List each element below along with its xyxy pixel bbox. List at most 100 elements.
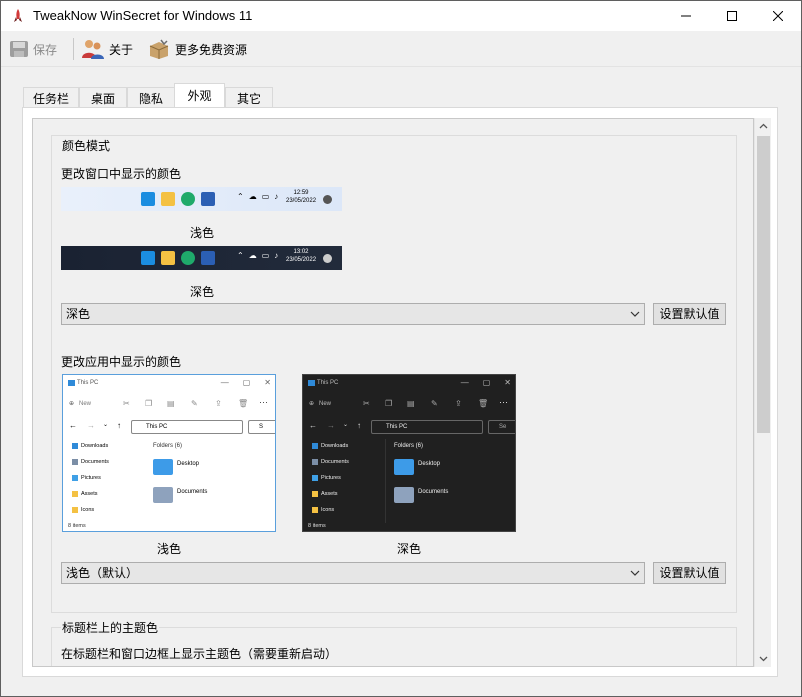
tab-privacy[interactable]: 隐私	[127, 87, 175, 108]
windows-set-default-button[interactable]: 设置默认值	[653, 303, 726, 325]
explorer-toolbar: ⊕ New ✂ ❐ ▤ ✎ ⇪ 🗑 ···	[303, 393, 515, 415]
folder-name: Desktop	[177, 461, 200, 467]
scroll-content: 颜色模式 更改窗口中显示的颜色 ⌃ ☁ ▭ ♪ 12:59 23/05/2022…	[32, 118, 754, 667]
cloud-icon: ☁	[248, 251, 257, 260]
tab-appearance[interactable]: 外观	[174, 83, 225, 107]
explorer-main: Folders (6) Desktop Documents	[385, 439, 515, 523]
save-button[interactable]: 保存	[9, 36, 57, 62]
chevron-down-icon	[630, 570, 640, 576]
vertical-scrollbar[interactable]	[754, 118, 771, 667]
copy-icon: ❐	[385, 399, 393, 408]
store-icon	[201, 192, 215, 206]
folder-icon	[161, 251, 175, 265]
folders-header: Folders (6)	[153, 443, 183, 449]
more-icon: ···	[499, 397, 508, 407]
tab-label: 外观	[187, 89, 212, 103]
scroll-up-button[interactable]	[755, 118, 772, 135]
paste-icon: ▤	[167, 399, 175, 408]
taskbar-dark-preview: ⌃ ☁ ▭ ♪ 13:02 23/05/2022	[61, 246, 342, 270]
edge-icon	[181, 251, 195, 265]
forward-icon: →	[327, 421, 335, 430]
clock-date: 23/05/2022	[286, 257, 317, 263]
this-pc-icon	[308, 380, 315, 386]
explorer-address-bar: ← → ⌄ ↑ This PC S	[63, 419, 275, 435]
folder-icon	[161, 192, 175, 206]
close-icon	[773, 11, 783, 21]
apps-color-label: 更改应用中显示的颜色	[61, 355, 182, 369]
explorer-address-bar: ← → ⌄ ↑ This PC Se	[303, 419, 515, 435]
download-icon	[312, 443, 318, 449]
documents-folder-icon	[153, 487, 173, 503]
users-icon	[82, 40, 104, 59]
about-button[interactable]: 关于	[81, 36, 133, 62]
rename-icon: ✎	[431, 399, 438, 408]
address-text: This PC	[146, 424, 168, 430]
apps-set-default-button[interactable]: 设置默认值	[653, 562, 726, 584]
scrollbar-thumb[interactable]	[757, 136, 770, 433]
minimize-button[interactable]	[663, 1, 709, 31]
sidebar-item: Icons	[321, 507, 335, 513]
system-tray: ⌃ ☁ ▭ ♪	[237, 192, 278, 201]
taskbar-light-caption: 浅色	[190, 226, 215, 240]
scroll-down-button[interactable]	[755, 650, 772, 667]
sidebar-item: Downloads	[81, 443, 109, 449]
sidebar-item: Icons	[81, 507, 95, 513]
save-icon	[10, 41, 28, 57]
explorer-sidebar: Downloads Documents Pictures Assets Icon…	[63, 439, 143, 523]
desktop-folder-icon	[153, 459, 173, 475]
tab-label: 隐私	[138, 91, 163, 106]
explorer-status: 8 items	[308, 523, 326, 529]
this-pc-icon	[68, 380, 75, 386]
minimize-icon	[681, 15, 691, 17]
close-button[interactable]	[755, 1, 801, 31]
taskbar-light-preview: ⌃ ☁ ▭ ♪ 12:59 23/05/2022	[61, 187, 342, 211]
sidebar-item: Downloads	[321, 443, 349, 449]
tab-other[interactable]: 其它	[225, 87, 273, 108]
clock-date: 23/05/2022	[286, 198, 317, 204]
appearance-panel: 颜色模式 更改窗口中显示的颜色 ⌃ ☁ ▭ ♪ 12:59 23/05/2022…	[22, 107, 778, 677]
sidebar-item: Pictures	[321, 475, 341, 481]
new-icon: ⊕	[69, 401, 75, 407]
system-tray: ⌃ ☁ ▭ ♪	[237, 251, 278, 260]
save-label: 保存	[33, 42, 58, 57]
cut-icon: ✂	[363, 399, 370, 408]
apps-color-select[interactable]: 浅色（默认）	[61, 562, 645, 584]
pictures-icon	[72, 475, 78, 481]
explorer-dark-preview: This PC — ▢ ✕ ⊕ New ✂ ❐ ▤ ✎ ⇪ 🗑 ··· ← → ⌄	[302, 374, 516, 532]
sidebar-item: Assets	[81, 491, 98, 497]
explorer-address-box: This PC	[371, 420, 483, 434]
delete-icon: 🗑	[238, 399, 249, 408]
explorer-sidebar: Downloads Documents Pictures Assets Icon…	[303, 439, 383, 523]
clock-time: 12:59	[293, 190, 309, 196]
maximize-button[interactable]	[709, 1, 755, 31]
title-bar[interactable]: TweakNow WinSecret for Windows 11	[1, 1, 801, 31]
cloud-icon: ☁	[248, 192, 257, 201]
share-icon: ⇪	[215, 399, 222, 408]
back-icon: ←	[309, 421, 317, 430]
forward-icon: →	[87, 421, 95, 430]
document-icon	[72, 459, 78, 465]
folder-icon	[312, 507, 318, 513]
taskbar-clock: 12:59 23/05/2022	[286, 189, 316, 205]
explorer-light-caption: 浅色	[157, 542, 182, 556]
tab-desktop[interactable]: 桌面	[79, 87, 127, 108]
explorer-title: This PC	[317, 380, 339, 386]
explorer-new-label: New	[79, 401, 92, 407]
maximize-icon	[727, 11, 737, 21]
explorer-search-box: S	[248, 420, 275, 434]
tab-taskbar[interactable]: 任务栏	[23, 87, 79, 108]
volume-icon: ♪	[274, 251, 279, 260]
dropdown-icon: ⌄	[343, 422, 349, 428]
rename-icon: ✎	[191, 399, 198, 408]
app-rocket-icon	[14, 9, 22, 22]
about-label: 关于	[109, 42, 134, 57]
chevron-down-icon	[630, 311, 640, 317]
explorer-toolbar: ⊕ New ✂ ❐ ▤ ✎ ⇪ 🗑 ···	[63, 393, 275, 415]
monitor-icon: ▭	[261, 251, 270, 260]
more-resources-button[interactable]: 更多免费资源	[147, 36, 247, 62]
taskbar-icons	[141, 251, 215, 265]
new-icon: ⊕	[309, 401, 315, 407]
windows-color-select[interactable]: 深色	[61, 303, 645, 325]
sidebar-item: Assets	[321, 491, 338, 497]
notification-icon	[323, 254, 332, 263]
